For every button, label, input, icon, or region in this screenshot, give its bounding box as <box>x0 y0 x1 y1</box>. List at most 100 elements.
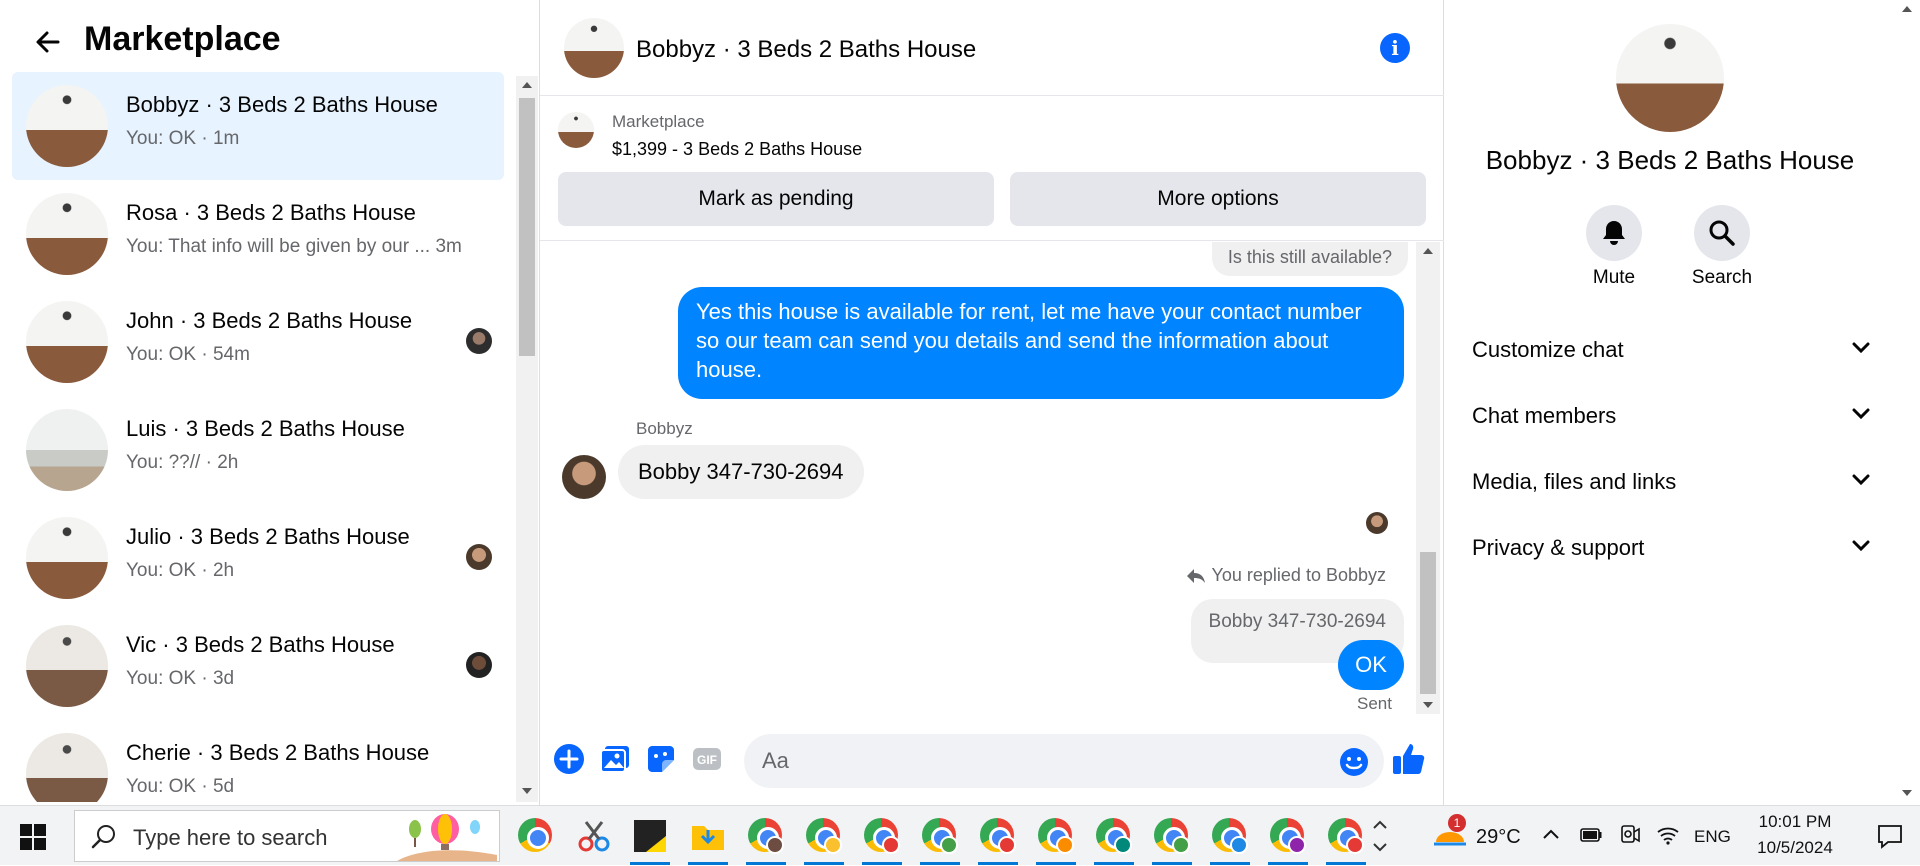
customize-chat-section[interactable]: Customize chat <box>1468 323 1878 377</box>
hot-air-balloon-icon <box>397 814 497 861</box>
message-outgoing: Yes this house is available for rent, le… <box>678 287 1404 399</box>
read-receipt-avatar <box>466 544 492 570</box>
chrome-app-icon[interactable] <box>518 818 554 854</box>
snipping-tool-icon[interactable] <box>576 818 612 854</box>
chrome-profile-icon[interactable] <box>1036 818 1076 865</box>
chrome-profile-icon[interactable] <box>804 818 844 865</box>
chevron-up-icon[interactable] <box>1542 828 1560 840</box>
chrome-profile-icon[interactable] <box>1094 818 1134 865</box>
conversation-sidebar: Marketplace Bobbyz · 3 Beds 2 Baths Hous… <box>0 0 540 805</box>
notifications-icon[interactable] <box>1876 822 1904 850</box>
chat-avatar[interactable] <box>564 18 624 78</box>
wifi-icon[interactable] <box>1656 824 1680 846</box>
plus-icon[interactable] <box>552 742 586 776</box>
conversation-preview: You: OK · 3d <box>126 668 235 689</box>
battery-icon[interactable] <box>1580 828 1602 842</box>
photo-icon[interactable] <box>598 742 632 776</box>
message-input[interactable] <box>762 734 1322 788</box>
windows-taskbar: Type here to search 1 29°C ENG 10:01 PM … <box>0 805 1920 865</box>
listing-thumbnail <box>26 409 108 491</box>
reply-indicator: You replied to Bobbyz <box>1186 565 1386 586</box>
conversation-preview: You: ??// · 2h <box>126 452 239 473</box>
search-in-chat-button[interactable]: Search <box>1692 205 1752 288</box>
scrollbar-thumb[interactable] <box>519 98 535 356</box>
chrome-profile-icon[interactable] <box>1152 818 1192 865</box>
scroll-down-icon[interactable] <box>1423 702 1433 708</box>
sticker-icon[interactable] <box>644 742 678 776</box>
page-title: Marketplace <box>84 20 281 58</box>
chevron-down-icon <box>1852 342 1870 354</box>
sticky-notes-icon[interactable] <box>630 818 670 865</box>
chat-title[interactable]: Bobbyz · 3 Beds 2 Baths House <box>636 36 976 64</box>
media-files-links-section[interactable]: Media, files and links <box>1468 455 1878 509</box>
profile-avatar[interactable] <box>1616 24 1724 132</box>
details-scrollbar[interactable] <box>1896 0 1918 805</box>
conversation-item-bobbyz[interactable]: Bobbyz · 3 Beds 2 Baths House You: OK · … <box>12 72 504 180</box>
listing-price-title[interactable]: $1,399 - 3 Beds 2 Baths House <box>612 139 862 160</box>
message-input-container <box>744 734 1384 788</box>
scroll-up-icon[interactable] <box>1423 248 1433 254</box>
sidebar-scrollbar[interactable] <box>516 76 538 802</box>
conversation-item-julio[interactable]: Julio · 3 Beds 2 Baths House You: OK · 2… <box>12 504 504 612</box>
weather-icon[interactable]: 1 <box>1432 814 1468 850</box>
chrome-profile-icon[interactable] <box>1326 818 1366 865</box>
listing-thumbnail <box>558 112 594 148</box>
conversation-preview: You: OK · 54m <box>126 344 250 365</box>
mute-label: Mute <box>1592 267 1636 288</box>
section-label: Media, files and links <box>1472 469 1677 494</box>
scroll-down-icon[interactable] <box>1902 790 1912 796</box>
more-options-button[interactable]: More options <box>1010 172 1426 226</box>
read-receipt-avatar <box>466 652 492 678</box>
conversation-item-vic[interactable]: Vic · 3 Beds 2 Baths House You: OK · 3d <box>12 612 504 720</box>
weather-temperature[interactable]: 29°C <box>1476 826 1521 849</box>
conversation-preview: You: That info will be given by our ... … <box>126 236 462 257</box>
taskbar-search-box[interactable]: Type here to search <box>74 810 500 862</box>
taskbar-overflow-chevrons[interactable] <box>1370 814 1390 858</box>
windows-start-icon[interactable] <box>20 824 46 850</box>
mark-as-pending-button[interactable]: Mark as pending <box>558 172 994 226</box>
notification-badge: 1 <box>1448 814 1466 832</box>
chat-members-section[interactable]: Chat members <box>1468 389 1878 443</box>
chrome-profile-icon[interactable] <box>920 818 960 865</box>
conversation-name: Luis · 3 Beds 2 Baths House <box>126 416 405 441</box>
camera-privacy-icon[interactable] <box>1620 824 1640 846</box>
clock-date[interactable]: 10/5/2024 <box>1746 838 1844 858</box>
scrollbar-thumb[interactable] <box>1420 552 1436 694</box>
sidebar-header: Marketplace <box>0 0 540 72</box>
emoji-icon[interactable] <box>1338 746 1370 778</box>
sender-avatar[interactable] <box>562 455 606 499</box>
chrome-profile-icon[interactable] <box>1268 818 1308 865</box>
conversation-item-luis[interactable]: Luis · 3 Beds 2 Baths House You: ??// · … <box>12 396 504 504</box>
read-receipt-avatar <box>466 328 492 354</box>
gif-icon[interactable]: GIF <box>690 742 724 776</box>
back-arrow-icon[interactable] <box>30 24 66 60</box>
chrome-profile-icon[interactable] <box>862 818 902 865</box>
chevron-down-icon <box>1852 540 1870 552</box>
chrome-profile-icon[interactable] <box>978 818 1018 865</box>
scroll-up-icon[interactable] <box>1902 6 1912 12</box>
message-thread: Is this still available? Yes this house … <box>540 242 1420 714</box>
conversation-item-john[interactable]: John · 3 Beds 2 Baths House You: OK · 54… <box>12 288 504 396</box>
info-icon[interactable]: i <box>1380 33 1410 63</box>
mute-button[interactable]: Mute <box>1586 205 1642 288</box>
listing-source-label: Marketplace <box>612 112 705 131</box>
privacy-support-section[interactable]: Privacy & support <box>1468 521 1878 575</box>
conversation-preview: You: OK · 2h <box>126 560 235 581</box>
chrome-profile-icon[interactable] <box>1210 818 1250 865</box>
listing-thumbnail <box>26 625 108 707</box>
chrome-profile-icon[interactable] <box>746 818 786 865</box>
thumbs-up-icon[interactable] <box>1390 740 1428 778</box>
scroll-up-icon[interactable] <box>522 82 532 88</box>
section-label: Customize chat <box>1472 337 1624 362</box>
system-tray: 1 29°C ENG 10:01 PM 10/5/2024 <box>1420 806 1920 866</box>
conversation-item-cherie[interactable]: Cherie · 3 Beds 2 Baths House You: OK · … <box>12 720 504 802</box>
clock-time[interactable]: 10:01 PM <box>1750 812 1840 832</box>
taskbar-search-placeholder: Type here to search <box>133 825 328 850</box>
scroll-down-icon[interactable] <box>522 788 532 794</box>
message-status: Sent <box>1357 694 1392 713</box>
file-explorer-icon[interactable] <box>688 818 728 865</box>
conversation-item-rosa[interactable]: Rosa · 3 Beds 2 Baths House You: That in… <box>12 180 504 288</box>
language-indicator[interactable]: ENG <box>1694 827 1731 847</box>
chevron-down-icon <box>1852 408 1870 420</box>
thread-scrollbar[interactable] <box>1416 242 1440 714</box>
